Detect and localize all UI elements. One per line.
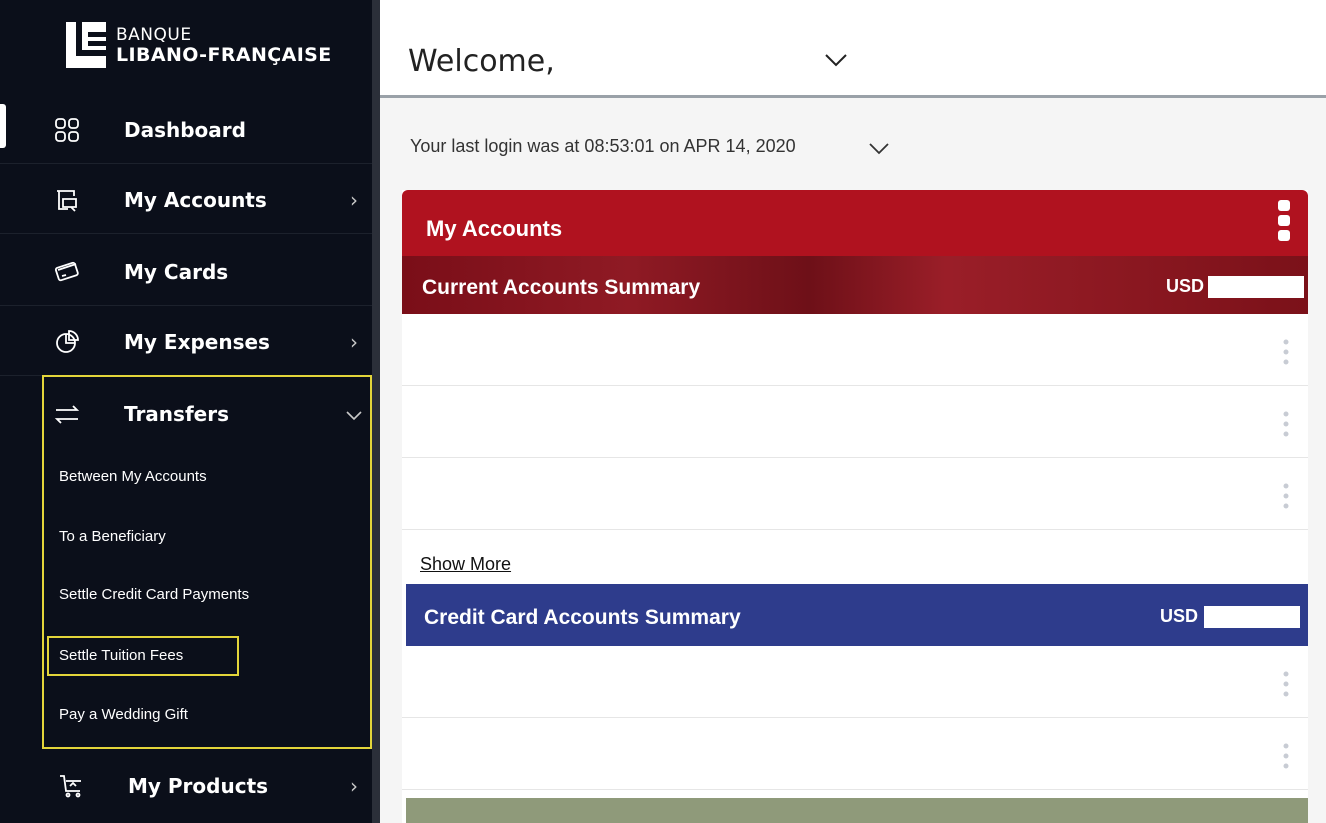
logo-text: BANQUE LIBANO-FRANÇAISE: [116, 25, 332, 65]
sidebar: BANQUE LIBANO-FRANÇAISE Dashboard My Acc…: [0, 0, 378, 823]
my-accounts-header: My Accounts: [402, 190, 1308, 256]
row-menu-kebab-icon[interactable]: [1282, 742, 1290, 770]
balance-redacted: [1208, 276, 1304, 298]
pie-chart-icon: [54, 329, 80, 355]
user-menu-chevron-icon[interactable]: [824, 48, 848, 72]
main-content: Welcome, Your last login was at 08:53:01…: [380, 0, 1326, 823]
sidebar-item-label: My Accounts: [124, 187, 267, 212]
balance-redacted: [1204, 606, 1300, 628]
grid-icon: [54, 117, 80, 143]
current-accounts-summary-bar[interactable]: Current Accounts Summary USD: [402, 256, 1308, 314]
cart-icon: [58, 773, 84, 799]
row-menu-kebab-icon[interactable]: [1282, 482, 1290, 510]
sidebar-item-my-products[interactable]: My Products ›: [0, 752, 372, 820]
currency-label: USD: [1166, 276, 1205, 296]
credit-card-summary-title: Credit Card Accounts Summary: [424, 606, 741, 629]
submenu-to-a-beneficiary[interactable]: To a Beneficiary: [59, 528, 166, 545]
account-row[interactable]: [402, 386, 1308, 458]
last-login-chevron-icon[interactable]: [868, 137, 890, 159]
account-row[interactable]: [402, 314, 1308, 386]
current-accounts-summary-title: Current Accounts Summary: [422, 276, 701, 299]
sidebar-item-label: My Cards: [124, 259, 229, 284]
sidebar-item-my-expenses[interactable]: My Expenses ›: [0, 308, 372, 376]
sidebar-item-label: My Expenses: [124, 329, 270, 354]
submenu-pay-a-wedding-gift[interactable]: Pay a Wedding Gift: [59, 706, 188, 723]
logo-line-1: BANQUE: [116, 25, 192, 45]
show-more-link[interactable]: Show More: [420, 554, 511, 575]
sidebar-scrollbar[interactable]: [372, 0, 380, 823]
card-title: My Accounts: [426, 216, 563, 241]
welcome-text: Welcome,: [408, 44, 555, 79]
welcome-header: Welcome,: [380, 0, 1326, 98]
accounts-icon: [54, 187, 80, 213]
last-login-text: Your last login was at 08:53:01 on APR 1…: [410, 136, 796, 156]
row-menu-kebab-icon[interactable]: [1282, 670, 1290, 698]
card-icon: [54, 259, 80, 285]
submenu-between-my-accounts[interactable]: Between My Accounts: [59, 468, 207, 485]
row-menu-kebab-icon[interactable]: [1282, 410, 1290, 438]
logo-mark-icon: [66, 22, 106, 68]
card-menu-kebab-icon[interactable]: [1276, 196, 1292, 246]
credit-card-row[interactable]: [402, 718, 1308, 790]
credit-card-row[interactable]: [402, 646, 1308, 718]
sidebar-item-label: Dashboard: [124, 117, 246, 142]
page: BANQUE LIBANO-FRANÇAISE Dashboard My Acc…: [0, 0, 1326, 823]
bank-logo[interactable]: BANQUE LIBANO-FRANÇAISE: [66, 22, 332, 68]
submenu-settle-tuition-fees[interactable]: Settle Tuition Fees: [59, 647, 183, 664]
sidebar-item-label: My Products: [128, 774, 269, 798]
chevron-right-icon: ›: [350, 329, 358, 354]
currency-label: USD: [1160, 606, 1199, 626]
credit-card-summary-bar[interactable]: Credit Card Accounts Summary USD: [406, 584, 1308, 646]
logo-line-2: LIBANO-FRANÇAISE: [116, 44, 332, 66]
next-section-strip: [406, 798, 1308, 823]
sidebar-item-my-cards[interactable]: My Cards: [0, 238, 372, 306]
submenu-settle-credit-card-payments[interactable]: Settle Credit Card Payments: [59, 586, 249, 603]
sidebar-item-dashboard[interactable]: Dashboard: [0, 96, 372, 164]
account-row[interactable]: [402, 458, 1308, 530]
chevron-right-icon: ›: [350, 187, 358, 212]
chevron-right-icon: ›: [350, 774, 358, 798]
transfers-highlight: [42, 375, 372, 749]
row-menu-kebab-icon[interactable]: [1282, 338, 1290, 366]
sidebar-item-my-accounts[interactable]: My Accounts ›: [0, 166, 372, 234]
my-accounts-card: My Accounts Current Accounts Summary USD: [402, 190, 1308, 823]
